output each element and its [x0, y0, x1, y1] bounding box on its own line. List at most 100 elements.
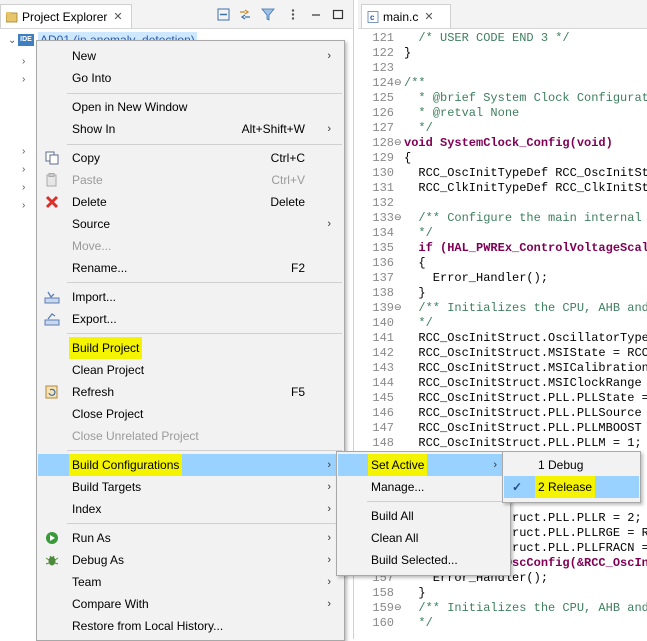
chevron-right-icon: › [327, 576, 331, 588]
menu-item-import[interactable]: Import... [38, 286, 343, 308]
menu-item-release-config[interactable]: ✓ 2 Release [504, 476, 639, 498]
menu-label: Source [72, 217, 111, 231]
line-number: 124 [372, 76, 394, 90]
menu-item-go-into[interactable]: Go Into [38, 67, 343, 89]
fold-toggle-icon[interactable]: ⊖ [394, 136, 402, 151]
menu-item-copy[interactable]: Copy Ctrl+C [38, 147, 343, 169]
menu-item-set-active[interactable]: Set Active › [338, 454, 509, 476]
editor-tab-bar: c main.c ✕ [358, 0, 647, 29]
minimize-icon[interactable] [309, 8, 323, 21]
code-text: { [404, 256, 426, 270]
chevron-right-icon: › [493, 459, 497, 471]
expanded-twisty-icon[interactable]: ⌄ [8, 35, 16, 46]
menu-item-delete[interactable]: Delete Delete [38, 191, 343, 213]
menu-item-manage[interactable]: Manage... [338, 476, 509, 498]
menu-item-close-project[interactable]: Close Project [38, 403, 343, 425]
line-number: 160 [372, 616, 394, 630]
menu-item-show-in[interactable]: Show In Alt+Shift+W › [38, 118, 343, 140]
menu-item-debug-as[interactable]: Debug As › [38, 549, 343, 571]
fold-toggle-icon[interactable]: ⊖ [394, 211, 402, 226]
menu-separator [67, 523, 342, 524]
link-with-editor-icon[interactable] [238, 8, 252, 21]
menu-item-move[interactable]: Move... [38, 235, 343, 257]
line-number: 146 [372, 406, 394, 420]
menu-label: Show In [72, 122, 116, 136]
menu-separator [367, 501, 508, 502]
menu-item-run-as[interactable]: Run As › [38, 527, 343, 549]
chevron-right-icon[interactable]: › [22, 164, 25, 175]
close-icon[interactable]: ✕ [113, 10, 122, 23]
close-icon[interactable]: ✕ [424, 10, 433, 23]
line-number: 143 [372, 361, 394, 375]
chevron-right-icon: › [327, 218, 331, 230]
menu-label: New [72, 49, 97, 63]
chevron-right-icon[interactable]: › [22, 182, 25, 193]
menu-item-build-targets[interactable]: Build Targets › [38, 476, 343, 498]
menu-label: Copy [72, 151, 101, 165]
menu-item-build-project[interactable]: Build Project [38, 337, 343, 359]
menu-label: Run As [72, 531, 111, 545]
debug-icon [45, 555, 59, 566]
menu-item-debug-config[interactable]: 1 Debug [504, 454, 639, 476]
code-text: RCC_OscInitStruct.PLL.PLLMBOOST = [404, 421, 647, 435]
menu-item-build-configurations[interactable]: Build Configurations › [38, 454, 343, 476]
menu-label: Build All [371, 509, 414, 523]
chevron-right-icon[interactable]: › [22, 74, 25, 85]
fold-toggle-icon[interactable]: ⊖ [394, 601, 402, 616]
fold-toggle-icon[interactable]: ⊖ [394, 301, 402, 316]
code-text: RCC_ClkInitTypeDef RCC_ClkInitStr [404, 181, 647, 195]
menu-label: Go Into [72, 71, 112, 85]
line-number: 135 [372, 241, 394, 255]
c-file-icon: c [367, 10, 379, 23]
fold-toggle-icon[interactable]: ⊖ [394, 76, 402, 91]
code-text: /** Initializes the CPU, AHB and [404, 601, 647, 615]
project-explorer-icon [6, 11, 18, 22]
code-text: */ [404, 121, 433, 135]
menu-label: 2 Release [535, 476, 596, 498]
menu-label: Open in New Window [72, 100, 188, 114]
menu-item-index[interactable]: Index › [38, 498, 343, 520]
menu-item-export[interactable]: Export... [38, 308, 343, 330]
code-text: if (HAL_PWREx_ControlVoltageScali [404, 241, 647, 255]
menu-item-open-in-new-window[interactable]: Open in New Window [38, 96, 343, 118]
chevron-right-icon[interactable]: › [22, 200, 25, 211]
chevron-right-icon: › [327, 481, 331, 493]
line-number: 144 [372, 376, 394, 390]
tab-main-c[interactable]: c main.c ✕ [361, 4, 451, 28]
filter-icon[interactable] [261, 8, 275, 21]
maximize-icon[interactable] [331, 8, 345, 21]
menu-item-clean-project[interactable]: Clean Project [38, 359, 343, 381]
collapse-all-icon[interactable] [217, 8, 231, 21]
menu-item-close-unrelated-project[interactable]: Close Unrelated Project [38, 425, 343, 447]
menu-label: Close Project [72, 407, 144, 421]
menu-item-clean-all[interactable]: Clean All [338, 527, 509, 549]
code-text: RCC_OscInitStruct.MSIClockRange = [404, 376, 647, 390]
code-text: RCC_OscInitTypeDef RCC_OscInitStr [404, 166, 647, 180]
menu-accelerator: Ctrl+V [271, 173, 305, 187]
menu-item-build-selected[interactable]: Build Selected... [338, 549, 509, 571]
code-text: * @retval None [404, 106, 520, 120]
chevron-right-icon[interactable]: › [22, 146, 25, 157]
menu-label: Set Active [368, 454, 428, 476]
menu-item-paste[interactable]: Paste Ctrl+V [38, 169, 343, 191]
line-number: 122 [372, 46, 394, 60]
code-text: /** Initializes the CPU, AHB and [404, 301, 647, 315]
menu-item-source[interactable]: Source › [38, 213, 343, 235]
menu-separator [67, 144, 342, 145]
menu-item-restore-from-local-history[interactable]: Restore from Local History... [38, 615, 343, 637]
line-number: 148 [372, 436, 394, 450]
menu-item-rename[interactable]: Rename... F2 [38, 257, 343, 279]
line-number: 137 [372, 271, 394, 285]
line-number: 142 [372, 346, 394, 360]
menu-item-refresh[interactable]: Refresh F5 [38, 381, 343, 403]
tab-project-explorer[interactable]: Project Explorer ✕ [0, 4, 132, 28]
menu-item-team[interactable]: Team › [38, 571, 343, 593]
build-configurations-submenu: Set Active › Manage... Build All Clean Al… [336, 451, 511, 576]
view-menu-icon[interactable] [286, 8, 300, 21]
menu-item-compare-with[interactable]: Compare With › [38, 593, 343, 615]
chevron-right-icon[interactable]: › [22, 56, 25, 67]
line-number: 132 [372, 196, 394, 210]
svg-text:c: c [370, 13, 375, 22]
menu-item-new[interactable]: New › [38, 45, 343, 67]
menu-item-build-all[interactable]: Build All [338, 505, 509, 527]
